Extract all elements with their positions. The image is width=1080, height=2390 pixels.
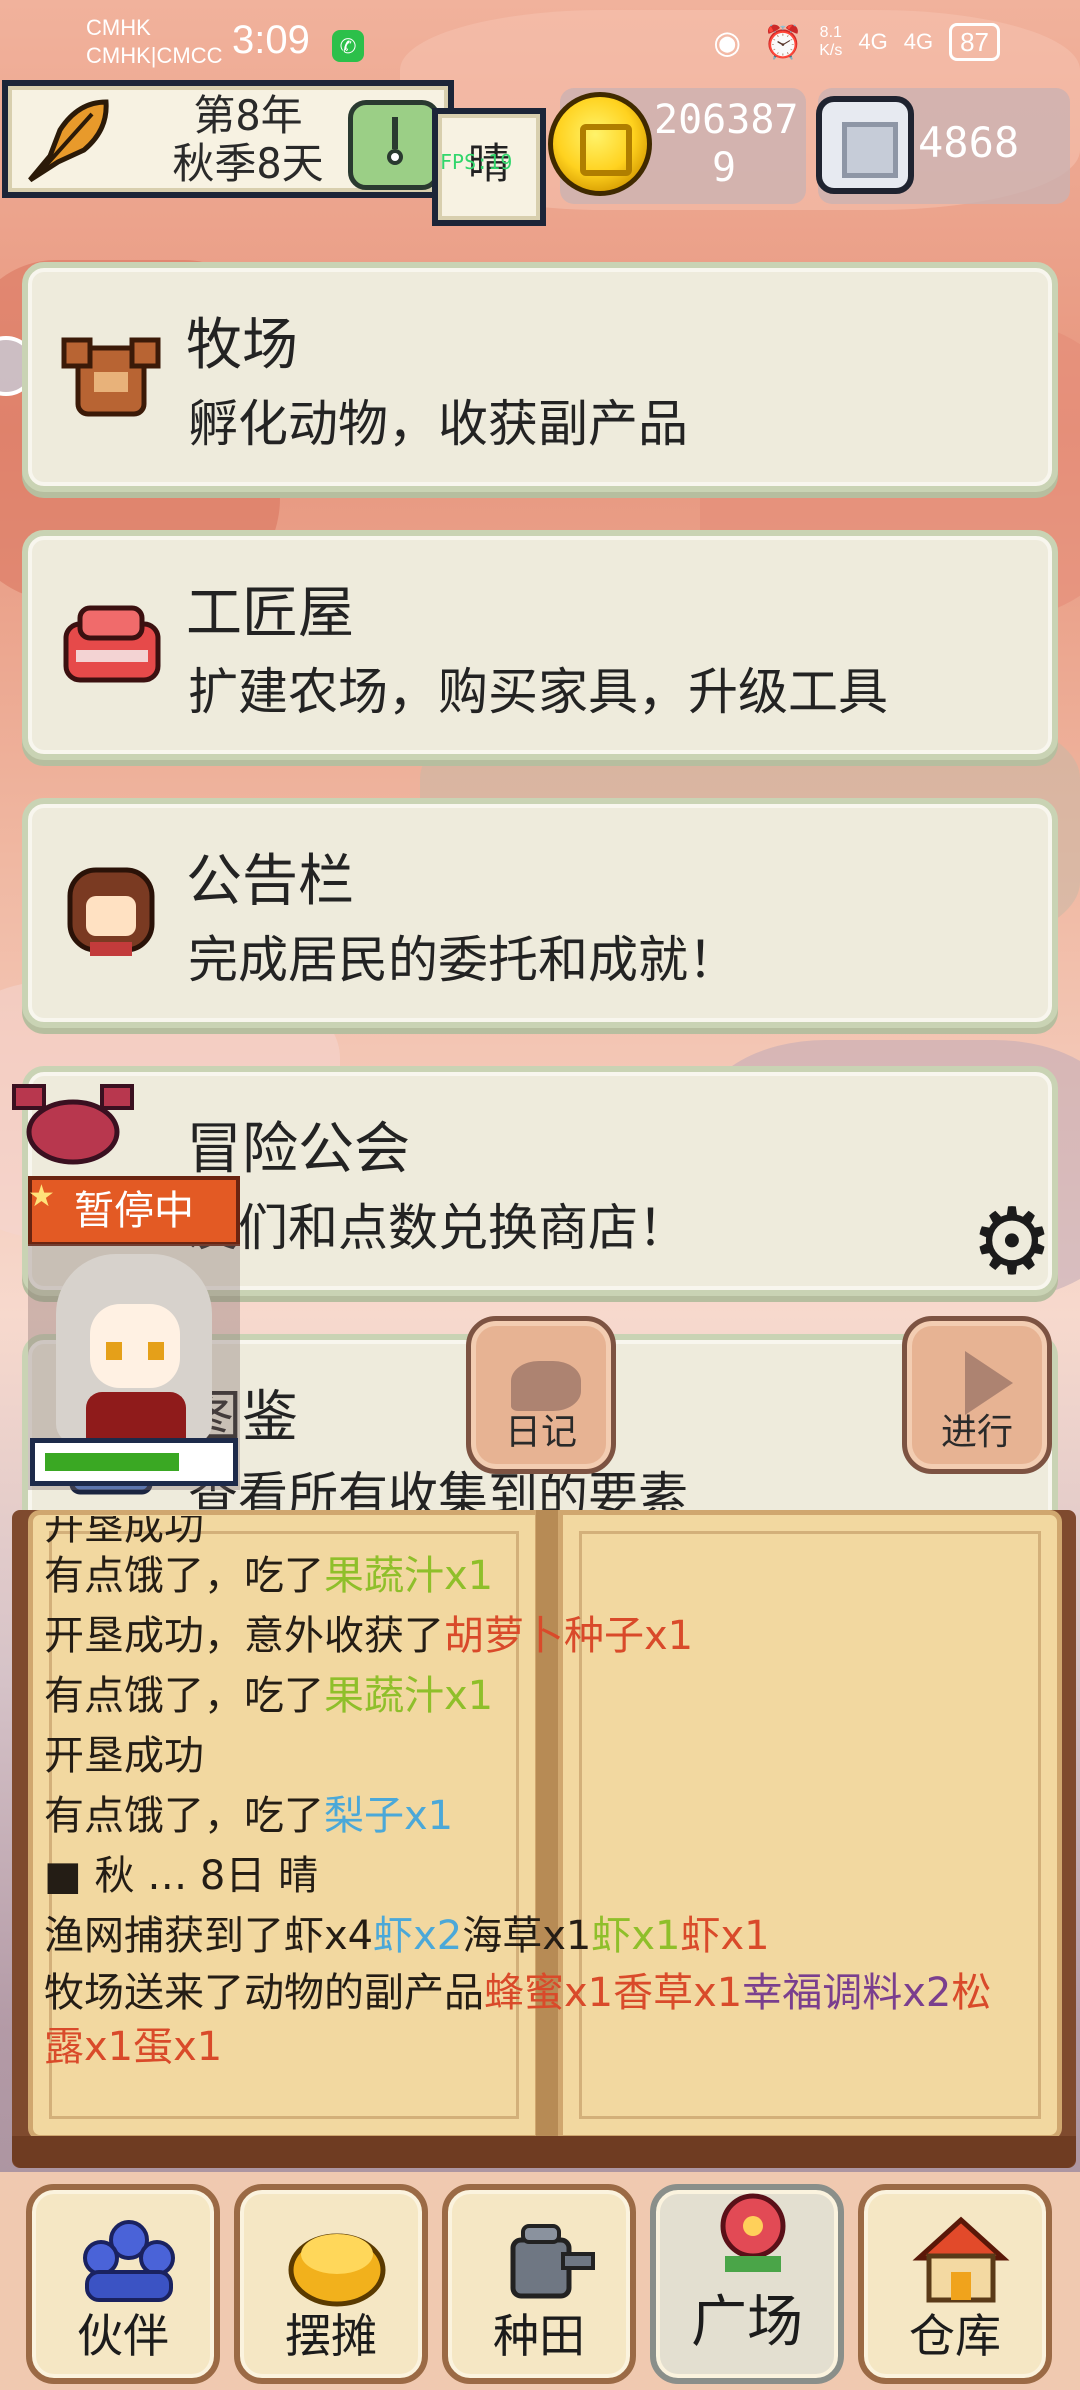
fps-counter: FPS:19 xyxy=(440,150,513,174)
nav-label: 伙伴 xyxy=(77,2309,169,2363)
log-line: 开垦成功 xyxy=(44,1733,204,1779)
diary-label: 日记 xyxy=(504,1412,577,1453)
stall-icon xyxy=(288,2233,386,2307)
status-bar: CMHK CMHK|CMCC 3:09 ✆ ◉ ⏰ 8.1 K/s 4G 4G … xyxy=(0,0,1080,84)
log-item: 幸福调料x2 xyxy=(742,1970,952,2016)
nav-warehouse[interactable]: 仓库 xyxy=(858,2184,1052,2384)
carrier-info: CMHK CMHK|CMCC xyxy=(86,14,222,70)
status-icons: ◉ ⏰ 8.1 K/s 4G 4G 87 xyxy=(707,22,1000,62)
log-item: 虾x2 xyxy=(373,1913,463,1959)
season-day-label: 秋季8天 xyxy=(172,139,324,188)
nav-partners[interactable]: 伙伴 xyxy=(26,2184,220,2384)
log-item: 虾x1 xyxy=(680,1913,770,1959)
proceed-label: 进行 xyxy=(940,1412,1013,1453)
menu-desc: 完成居民的委托和成就！ xyxy=(188,931,738,989)
log-line: 开垦成功，意外收获了胡萝卜种子x1 xyxy=(44,1613,694,1659)
log-item: 蛋x1 xyxy=(133,2024,223,2070)
activity-log: 开垦成功 有点饿了，吃了果蔬汁x1 开垦成功，意外收获了胡萝卜种子x1 有点饿了… xyxy=(44,1516,1054,2074)
gold-coin-icon xyxy=(548,92,652,196)
log-item: 海草x1 xyxy=(462,1913,592,1959)
menu-card-bulletin[interactable]: 公告栏 完成居民的委托和成就！ xyxy=(22,798,1058,1028)
proceed-button[interactable]: 进行 xyxy=(902,1316,1052,1474)
menu-title: 公告栏 xyxy=(186,849,354,914)
log-line: 有点饿了，吃了果蔬汁x1 xyxy=(44,1673,494,1719)
date-panel[interactable]: 第8年 秋季8天 xyxy=(2,80,454,198)
menu-card-workshop[interactable]: 工匠屋 扩建农场，购买家具，升级工具 xyxy=(22,530,1058,760)
signal-1: 4G xyxy=(858,29,888,54)
nav-label: 种田 xyxy=(493,2309,585,2363)
net-speed: 8.1 K/s xyxy=(819,24,842,60)
log-item: 香草x1 xyxy=(613,1970,743,2016)
stamina-fill xyxy=(45,1453,179,1471)
bulletin-icon xyxy=(67,867,155,956)
quill-icon xyxy=(28,99,109,183)
log-line: 开垦成功 xyxy=(44,1516,204,1546)
pause-badge[interactable]: 暂停中 xyxy=(28,1166,240,1246)
eye-icon: ◉ xyxy=(713,24,742,60)
menu-desc: 扩建农场，购买家具，升级工具 xyxy=(188,663,888,721)
log-line: 有点饿了，吃了梨子x1 xyxy=(44,1793,454,1839)
status-time: 3:09 xyxy=(232,18,310,62)
bottom-nav: 伙伴 摆摊 种田 广场 仓库 xyxy=(0,2172,1080,2390)
menu-desc: 孵化动物，收获副产品 xyxy=(188,395,688,453)
whatsapp-icon: ✆ xyxy=(332,30,364,62)
settings-gear-icon[interactable]: ⚙ xyxy=(966,1196,1058,1288)
nav-plaza[interactable]: 广场 xyxy=(650,2184,844,2384)
workshop-icon xyxy=(63,605,161,683)
log-item: 蜂蜜x1 xyxy=(484,1970,614,2016)
year-label: 第8年 xyxy=(193,91,303,140)
net-speed-value: 8.1 xyxy=(819,24,842,41)
carrier-2: CMHK|CMCC xyxy=(86,43,223,68)
net-speed-unit: K/s xyxy=(819,42,843,59)
nav-farming[interactable]: 种田 xyxy=(442,2184,636,2384)
warehouse-icon xyxy=(912,2216,1010,2303)
log-line: 渔网捕获到了虾x4虾x2海草x1虾x1虾x1 xyxy=(44,1913,770,1959)
menu-desc: 友们和点数兑换商店！ xyxy=(188,1199,688,1257)
clock-icon[interactable] xyxy=(348,100,440,190)
plaza-icon xyxy=(720,2193,786,2272)
gold-amount: 206387 9 xyxy=(654,96,799,192)
log-item: 果蔬汁x1 xyxy=(324,1673,494,1719)
log-line: 牧场送来了动物的副产品蜂蜜x1香草x1幸福调料x2松露x1蛋x1 xyxy=(44,1970,992,2070)
nav-label: 仓库 xyxy=(909,2309,1001,2363)
log-date-line: ■ 秋 … 8日 晴 xyxy=(44,1853,319,1899)
alarm-icon: ⏰ xyxy=(763,24,804,60)
battery-indicator: 87 xyxy=(949,23,1000,61)
log-item: 梨子x1 xyxy=(324,1793,454,1839)
nav-label: 摆摊 xyxy=(285,2309,377,2363)
log-item: 虾x1 xyxy=(591,1913,681,1959)
diary-button[interactable]: 日记 xyxy=(466,1316,616,1474)
signal-2: 4G xyxy=(903,29,934,54)
log-item: 果蔬汁x1 xyxy=(324,1553,494,1599)
ranch-icon xyxy=(61,337,161,417)
gold-amount-line2: 9 xyxy=(711,145,737,191)
log-item: 胡萝卜种子x1 xyxy=(444,1613,694,1659)
nav-stall[interactable]: 摆摊 xyxy=(234,2184,428,2384)
carrier-1: CMHK xyxy=(86,15,151,40)
partners-icon xyxy=(83,2220,175,2302)
menu-title: 牧场 xyxy=(186,313,298,378)
menu-title: 工匠屋 xyxy=(186,581,354,646)
menu-card-ranch[interactable]: 牧场 孵化动物，收获副产品 xyxy=(22,262,1058,492)
farming-icon xyxy=(510,2224,595,2299)
gold-amount-line1: 206387 xyxy=(654,97,799,143)
log-line: 有点饿了，吃了果蔬汁x1 xyxy=(44,1553,494,1599)
date-text: 第8年 秋季8天 xyxy=(148,92,348,188)
book-base xyxy=(12,2136,1076,2168)
menu-title: 冒险公会 xyxy=(186,1117,410,1182)
gem-icon xyxy=(816,96,914,194)
gem-amount: 4868 xyxy=(918,118,1020,167)
stamina-bar xyxy=(30,1438,238,1486)
nav-label: 广场 xyxy=(691,2290,803,2355)
